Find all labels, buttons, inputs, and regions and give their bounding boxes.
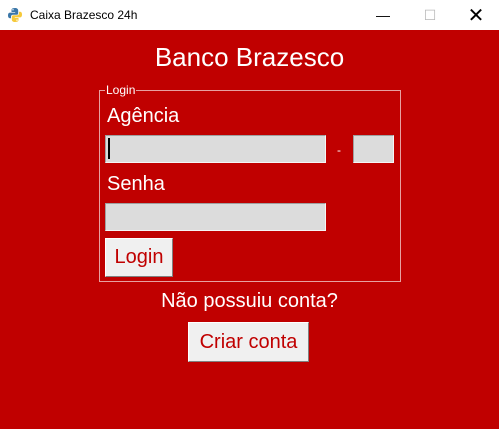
password-input[interactable] bbox=[105, 203, 326, 231]
python-icon bbox=[8, 8, 22, 22]
main-window-body: Banco Brazesco Login Agência - Senha Log… bbox=[0, 30, 499, 429]
minimize-icon: — bbox=[376, 7, 390, 23]
close-button[interactable]: ✕ bbox=[453, 0, 499, 30]
text-cursor bbox=[108, 138, 110, 159]
agency-label: Agência bbox=[107, 105, 180, 127]
close-icon: ✕ bbox=[467, 4, 485, 27]
agency-digit-input[interactable] bbox=[353, 135, 394, 163]
login-group: Login Agência - Senha Login bbox=[99, 83, 401, 282]
login-button[interactable]: Login bbox=[105, 238, 173, 277]
no-account-text: Não possuiu conta? bbox=[161, 290, 338, 312]
login-group-legend: Login bbox=[105, 83, 137, 97]
create-account-button[interactable]: Criar conta bbox=[188, 322, 309, 362]
agency-separator: - bbox=[337, 143, 341, 157]
maximize-button[interactable]: ☐ bbox=[407, 0, 453, 30]
agency-input[interactable] bbox=[105, 135, 326, 163]
minimize-button[interactable]: — bbox=[360, 0, 406, 30]
window-title: Caixa Brazesco 24h bbox=[30, 8, 138, 22]
password-label: Senha bbox=[107, 173, 165, 195]
maximize-icon: ☐ bbox=[423, 6, 437, 23]
title-bar: Caixa Brazesco 24h — ☐ ✕ bbox=[0, 0, 499, 30]
bank-title: Banco Brazesco bbox=[154, 42, 345, 72]
